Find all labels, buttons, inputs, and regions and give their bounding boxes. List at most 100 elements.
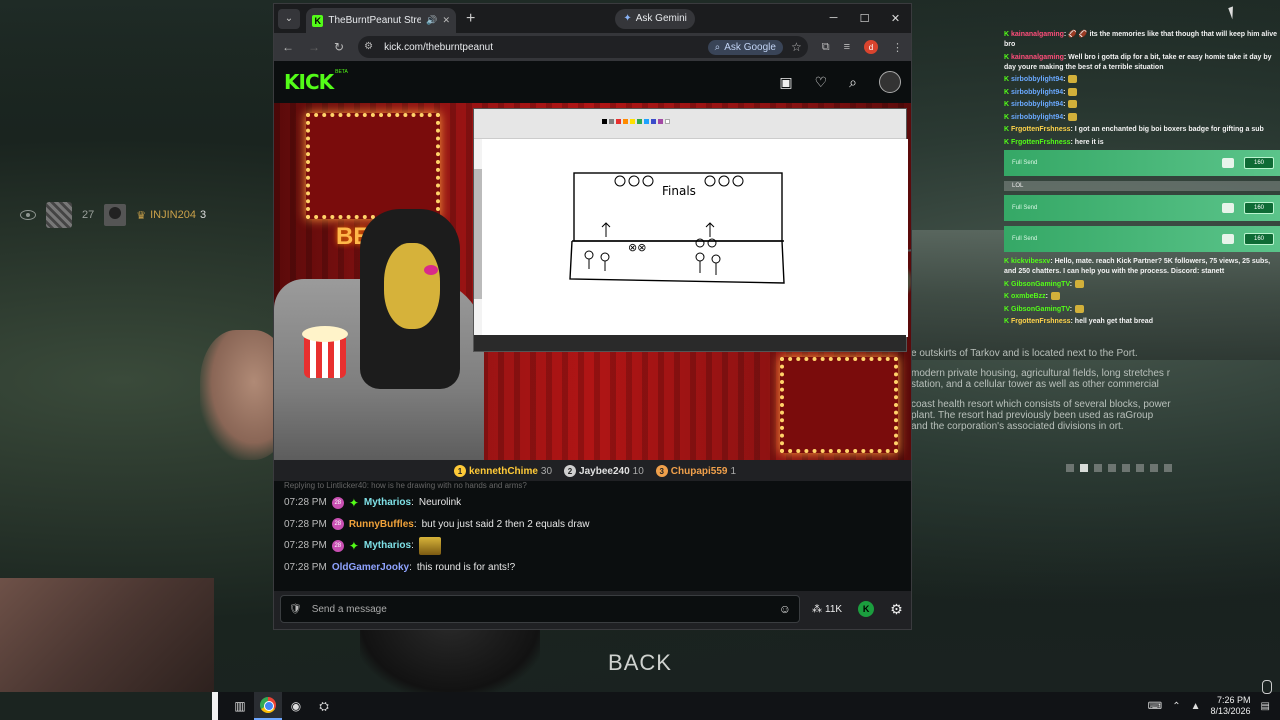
rank-medal-icon: 1 [454,465,466,477]
message-username[interactable]: Mytharios [364,540,411,551]
heart-icon[interactable]: ♡ [815,74,828,91]
top-chatter-name[interactable]: kennethChime [469,466,538,477]
search-icon[interactable]: ⌕ [849,74,857,91]
maximize-button[interactable]: ☐ [849,12,880,25]
media-controls-icon[interactable]: ≡ [844,41,850,53]
overlay-message-text: : [1063,101,1066,108]
gear-icon[interactable]: ⚙ [890,601,903,618]
emote-image [1068,112,1078,121]
emote-image [1075,279,1085,288]
kick-badge-icon: K [1004,293,1011,300]
page-dot[interactable] [1164,464,1172,472]
tab-title: TheBurntPeanut Stream - W [328,15,422,26]
gift-text: Full Send [1012,160,1038,166]
page-dot[interactable] [1094,464,1102,472]
profile-avatar[interactable]: d [864,40,878,54]
notification-icon[interactable]: ▤ [1261,701,1270,712]
close-window-button[interactable]: ✕ [880,12,911,25]
top-chatter-name[interactable]: Jaybee240 [579,466,630,477]
close-tab-icon[interactable]: ✕ [442,15,450,26]
kick-badge-icon: K [1004,138,1011,146]
obs-taskbar-icon[interactable]: ◉ [282,692,310,720]
clips-icon[interactable]: ▣ [779,74,792,91]
site-info-icon[interactable]: ⚙ [364,41,376,53]
chrome-icon [260,697,276,713]
forward-arrow-icon[interactable]: → [308,40,320,54]
browser-window: ⌄ K TheBurntPeanut Stream - W 🔊 ✕ + ✦ As… [273,3,912,630]
task-view-icon[interactable]: ▥ [226,692,254,720]
message-text: Neurolink [418,497,462,509]
menu-kebab-icon[interactable]: ⋮ [892,41,903,54]
rank-medal-icon: 3 [655,465,668,477]
back-button[interactable]: BACK [600,650,680,676]
overlay-username: FrgottenFrshness [1011,126,1071,133]
overlay-username: GibsonGamingTV [1011,305,1070,313]
top-chatter[interactable]: 2 Jaybee240 10 [564,465,644,477]
game-taskbar-icon[interactable]: ⛭ [310,692,338,720]
top-chatter[interactable]: 1 kennethChime 30 [454,465,552,477]
overlay-username: sirbobbylight94 [1011,88,1064,96]
page-dot-active[interactable] [1080,464,1088,472]
map-pagination[interactable] [1066,464,1172,472]
network-icon[interactable]: ▲ [1191,701,1201,712]
top-chatter-count: 1 [730,465,737,477]
overlay-username: sirbobbylight94 [1011,76,1064,83]
kick-badge-icon: K [1004,305,1011,313]
avatar-mouth [424,265,438,275]
overlay-username: kainanalgaming [1011,53,1064,61]
address-bar[interactable]: ⚙ kick.com/theburntpeanut ⌕ Ask Google ☆ [358,36,808,58]
stream-video[interactable]: BE Finals ⊗⊗ [274,103,911,460]
marquee-light-frame [780,357,898,453]
chat-input[interactable]: 🛡 Send a message ☺ [280,595,800,623]
overlay-chat-message: K FrgottenFrshness: I got an enchanted b… [1004,125,1280,135]
map-description: e outskirts of Tarkov and is located nex… [911,348,1171,432]
clock[interactable]: 7:26 PM 8/13/2026 [1211,695,1251,717]
new-tab-button[interactable]: + [466,10,475,28]
kick-coin-icon[interactable]: K [858,601,875,617]
page-dot[interactable] [1136,464,1144,472]
overlay-message-text: : [1069,305,1073,313]
crown-icon: ♛ [136,209,147,222]
shirt-icon [1222,234,1234,244]
message-username[interactable]: RunnyBuffles [349,519,414,530]
message-username[interactable]: Mytharios [364,497,411,508]
audio-icon[interactable]: 🔊 [426,15,437,26]
minimize-button[interactable]: ─ [818,12,849,25]
page-dot[interactable] [1066,464,1074,472]
emoji-icon[interactable]: ☺ [779,602,791,616]
page-dot[interactable] [1108,464,1116,472]
reload-icon[interactable]: ↻ [334,40,344,54]
tab-search-button[interactable]: ⌄ [278,8,300,29]
tab-kick-stream[interactable]: K TheBurntPeanut Stream - W 🔊 ✕ [306,8,456,33]
overlay-chat-message: K sirbobbylight94: [1004,100,1280,110]
color-palette [602,119,670,124]
message-username[interactable]: OldGamerJooky [332,562,409,573]
top-chatter[interactable]: 3 Chupapi559 1 [655,465,737,477]
chrome-taskbar-icon[interactable] [254,692,282,720]
ask-gemini-button[interactable]: ✦ Ask Gemini [615,8,695,29]
kick-logo[interactable]: KICK [284,70,334,94]
page-dot[interactable] [1150,464,1158,472]
overlay-message-text: : I got an enchanted big boi boxers badg… [1070,126,1264,133]
player-hud: 27 ♛ INJIN204 3 [20,202,206,228]
extensions-icon[interactable]: ⧉ [822,41,830,54]
windows-taskbar: ▥ ◉ ⛭ ⌨ ⌃ ▲ 7:26 PM 8/13/2026 ▤ [212,692,1280,720]
ask-google-button[interactable]: ⌕ Ask Google [707,39,783,55]
message-separator: : [409,561,412,573]
top-chatter-name[interactable]: Chupapi559 [671,466,728,477]
user-avatar[interactable] [879,71,901,93]
back-arrow-icon[interactable]: ← [282,40,294,54]
page-dot[interactable] [1122,464,1130,472]
verified-star-icon: ✦ [348,495,359,510]
gift-alert-small: LOL [1004,181,1280,191]
chat-input-placeholder[interactable]: Send a message [312,604,769,615]
verified-star-icon: ✦ [348,538,359,553]
url-text[interactable]: kick.com/theburntpeanut [384,42,700,53]
overlay-message-text: : [1069,280,1073,288]
gemini-icon: ✦ [623,13,632,24]
bookmark-star-icon[interactable]: ☆ [791,40,802,54]
overlay-chat-message: K sirbobbylight94: [1004,75,1280,85]
keyboard-icon[interactable]: ⌨ [1148,701,1162,712]
chevron-up-icon[interactable]: ⌃ [1172,701,1180,712]
top-chatter-count: 30 [540,465,553,477]
